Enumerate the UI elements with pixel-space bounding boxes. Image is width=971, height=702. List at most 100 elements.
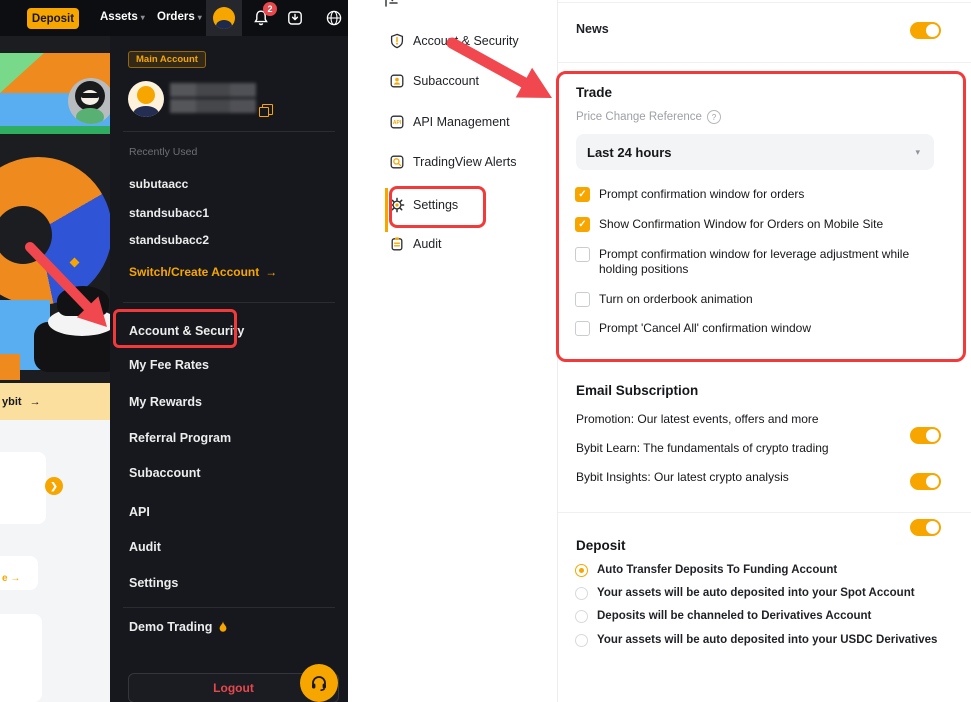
nav-label: Audit xyxy=(413,237,442,251)
email-section-title: Email Subscription xyxy=(576,383,698,398)
page-card xyxy=(0,614,42,702)
divider xyxy=(123,302,335,303)
sidebar-item-referral[interactable]: Referral Program xyxy=(129,431,231,445)
page-card xyxy=(0,452,46,524)
divider xyxy=(123,131,335,132)
bybit-settings-screen: ybit → ❯ e → Deposit Assets ▾ Orders ▾ xyxy=(0,0,971,702)
carousel-next-button[interactable]: ❯ xyxy=(45,477,63,495)
settings-side-nav: Account & Security Subaccount API API Ma… xyxy=(348,0,557,702)
price-change-reference-label: Price Change Reference ? xyxy=(576,110,721,124)
email-row-label: Promotion: Our latest events, offers and… xyxy=(576,412,819,427)
checkbox-label: Turn on orderbook animation xyxy=(599,292,753,307)
audit-icon xyxy=(389,236,405,252)
checkbox-mobile-confirmation[interactable]: ✓ Show Confirmation Window for Orders on… xyxy=(575,217,883,232)
checkbox-orderbook-animation[interactable]: ✓ Turn on orderbook animation xyxy=(575,292,753,307)
language-button[interactable] xyxy=(325,9,343,27)
email-row-label: Bybit Learn: The fundamentals of crypto … xyxy=(576,441,829,456)
trade-section-title: Trade xyxy=(576,85,612,100)
background-page: ybit → ❯ e → xyxy=(0,36,110,702)
selected-value: Last 24 hours xyxy=(587,145,672,160)
checkbox-prompt-orders[interactable]: ✓ Prompt confirmation window for orders xyxy=(575,187,804,202)
collapse-sidebar-icon[interactable] xyxy=(384,0,400,8)
nav-item-tradingview-alerts[interactable]: TradingView Alerts xyxy=(389,152,517,172)
download-icon xyxy=(286,9,304,27)
price-change-reference-select[interactable]: Last 24 hours ▾ xyxy=(576,134,934,170)
page-card: e → xyxy=(0,556,38,590)
sidebar-item-subaccount[interactable]: Subaccount xyxy=(129,466,201,480)
nav-label: Settings xyxy=(413,198,458,212)
api-icon: API xyxy=(389,114,405,130)
recent-account-item[interactable]: standsubacc2 xyxy=(129,233,209,247)
radio-label: Auto Transfer Deposits To Funding Accoun… xyxy=(597,564,837,576)
sidebar-item-audit[interactable]: Audit xyxy=(129,540,161,554)
globe-icon xyxy=(325,9,343,27)
recent-account-item[interactable]: standsubacc1 xyxy=(129,206,209,220)
settings-content: News Trade Price Change Reference ? Last… xyxy=(557,0,971,702)
checkbox-leverage-confirmation[interactable]: ✓ Prompt confirmation window for leverag… xyxy=(575,247,939,277)
promotion-toggle[interactable] xyxy=(910,427,941,444)
bybit-insights-toggle[interactable] xyxy=(910,519,941,536)
sidebar-item-api[interactable]: API xyxy=(129,505,150,519)
radio-icon xyxy=(575,587,588,600)
radio-label: Deposits will be channeled to Derivative… xyxy=(597,610,871,622)
switch-create-account-link[interactable]: Switch/Create Account → xyxy=(129,265,277,279)
chevron-down-icon: ▾ xyxy=(198,13,202,22)
hero-button-knob xyxy=(57,286,109,316)
nav-item-audit[interactable]: Audit xyxy=(389,234,442,254)
nav-item-subaccount[interactable]: Subaccount xyxy=(389,71,479,91)
arrow-right-icon: → xyxy=(30,396,41,408)
news-toggle[interactable] xyxy=(910,22,941,39)
divider xyxy=(558,62,971,63)
notification-badge: 2 xyxy=(263,2,277,16)
chevron-down-icon: ▾ xyxy=(141,13,145,22)
profile-menu-button[interactable] xyxy=(206,0,242,36)
help-icon[interactable]: ? xyxy=(707,110,721,124)
checkbox-icon: ✓ xyxy=(575,321,590,336)
switch-label: Switch/Create Account xyxy=(129,265,259,279)
recent-account-item[interactable]: subutaacc xyxy=(129,177,188,191)
orders-label: Orders xyxy=(157,11,195,23)
chevron-right-icon: ❯ xyxy=(50,481,58,492)
flame-icon xyxy=(218,621,228,633)
radio-icon xyxy=(575,610,588,623)
nav-item-account-security[interactable]: Account & Security xyxy=(389,31,519,51)
shield-icon xyxy=(389,33,405,49)
radio-icon xyxy=(575,634,588,647)
checkbox-icon: ✓ xyxy=(575,217,590,232)
checkbox-label: Prompt 'Cancel All' confirmation window xyxy=(599,321,811,336)
support-button[interactable] xyxy=(300,664,338,702)
promo-banner[interactable]: ybit → xyxy=(0,383,110,420)
avatar xyxy=(213,7,235,29)
sidebar-item-rewards[interactable]: My Rewards xyxy=(129,395,202,409)
radio-spot-account[interactable]: Your assets will be auto deposited into … xyxy=(575,587,915,600)
nav-label: API Management xyxy=(413,115,510,129)
checkbox-cancel-all-confirmation[interactable]: ✓ Prompt 'Cancel All' confirmation windo… xyxy=(575,321,811,336)
sidebar-item-fee-rates[interactable]: My Fee Rates xyxy=(129,358,209,372)
download-app-button[interactable] xyxy=(286,9,304,27)
radio-label: Your assets will be auto deposited into … xyxy=(597,587,915,599)
tradingview-alerts-icon xyxy=(389,154,405,170)
radio-funding-account[interactable]: Auto Transfer Deposits To Funding Accoun… xyxy=(575,564,837,577)
copy-icon[interactable] xyxy=(262,104,273,115)
checkbox-label: Prompt confirmation window for leverage … xyxy=(599,247,939,277)
hero-green-strip xyxy=(0,126,110,134)
subaccount-icon xyxy=(389,73,405,89)
sidebar-item-settings[interactable]: Settings xyxy=(129,576,178,590)
chevron-down-icon: ▾ xyxy=(915,147,920,158)
sidebar-item-demo-trading[interactable]: Demo Trading xyxy=(129,620,228,634)
page-card-link[interactable]: e → xyxy=(2,573,20,584)
radio-usdc-derivatives[interactable]: Your assets will be auto deposited into … xyxy=(575,634,937,647)
radio-icon xyxy=(575,564,588,577)
radio-derivatives-account[interactable]: Deposits will be channeled to Derivative… xyxy=(575,610,871,623)
news-label: News xyxy=(576,22,609,36)
sidebar-item-account-security[interactable]: Account & Security xyxy=(129,324,244,338)
checkbox-label: Show Confirmation Window for Orders on M… xyxy=(599,217,883,232)
deposit-button[interactable]: Deposit xyxy=(27,8,79,29)
top-navbar: Deposit Assets ▾ Orders ▾ 2 xyxy=(0,0,348,36)
nav-item-api-management[interactable]: API API Management xyxy=(389,112,510,132)
nav-item-settings[interactable]: Settings xyxy=(389,195,458,215)
orders-menu[interactable]: Orders ▾ xyxy=(157,11,202,23)
bybit-learn-toggle[interactable] xyxy=(910,473,941,490)
promo-banner-text: ybit xyxy=(2,396,22,408)
assets-menu[interactable]: Assets ▾ xyxy=(100,11,145,23)
